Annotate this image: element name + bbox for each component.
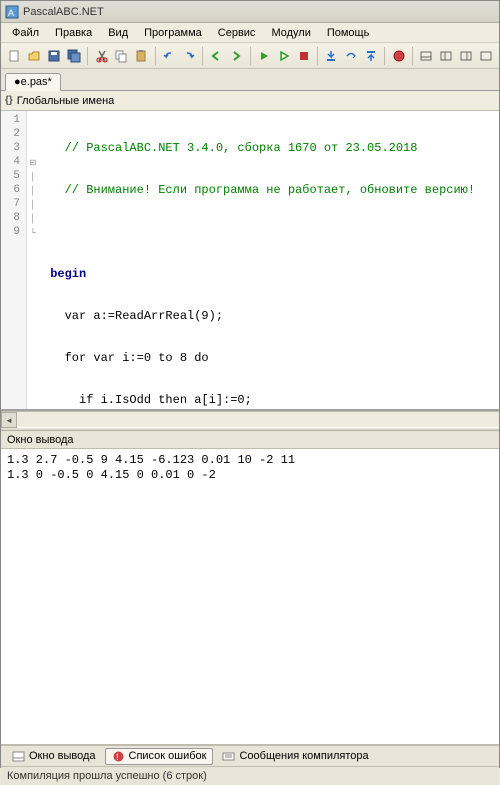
fold-mark: │: [27, 211, 39, 225]
run-no-debug-icon[interactable]: [274, 46, 293, 66]
step-into-icon[interactable]: [322, 46, 341, 66]
bottom-tab-label: Окно вывода: [29, 750, 96, 762]
redo-icon[interactable]: [179, 46, 198, 66]
menu-modules[interactable]: Модули: [264, 25, 317, 41]
brace-icon: {}: [5, 95, 13, 106]
svg-text:A: A: [8, 8, 14, 18]
toggle-breakpoint-icon[interactable]: [389, 46, 408, 66]
code-line: var a:=ReadArrReal(9);: [43, 309, 495, 323]
toolbar-separator: [155, 47, 156, 65]
bottom-tab-label: Сообщения компилятора: [239, 750, 368, 762]
menu-service[interactable]: Сервис: [211, 25, 263, 41]
menu-edit[interactable]: Правка: [48, 25, 99, 41]
toolbar-separator: [250, 47, 251, 65]
output-line: 1.3 2.7 -0.5 9 4.15 -6.123 0.01 10 -2 11: [7, 453, 493, 468]
nav-forward-icon[interactable]: [227, 46, 246, 66]
menu-program[interactable]: Программа: [137, 25, 209, 41]
fold-mark: │: [27, 183, 39, 197]
panel-icon[interactable]: [417, 46, 436, 66]
toolbar-separator: [202, 47, 203, 65]
code-line: if i.IsOdd then a[i]:=0;: [43, 393, 495, 407]
bottom-tab-messages[interactable]: Сообщения компилятора: [215, 748, 375, 765]
copy-icon[interactable]: [112, 46, 131, 66]
nav-back-icon[interactable]: [207, 46, 226, 66]
code-line: begin: [43, 267, 495, 281]
fold-column: ⊟ │ │ │ │ └: [27, 111, 39, 409]
errors-icon: !: [112, 750, 125, 763]
statusbar: Компиляция прошла успешно (6 строк): [1, 767, 499, 785]
tabstrip: ●e.pas*: [1, 69, 499, 91]
app-title: PascalABC.NET: [23, 6, 104, 18]
global-names-bar[interactable]: {} Глобальные имена: [1, 91, 499, 111]
toolbar-separator: [87, 47, 88, 65]
output-line: 1.3 0 -0.5 0 4.15 0 0.01 0 -2: [7, 468, 493, 483]
save-all-icon[interactable]: [64, 46, 83, 66]
titlebar: A PascalABC.NET: [1, 1, 499, 23]
status-text: Компиляция прошла успешно (6 строк): [7, 770, 207, 782]
code-line: // Внимание! Если программа не работает,…: [43, 183, 495, 197]
cut-icon[interactable]: [92, 46, 111, 66]
output-header: Окно вывода: [1, 431, 499, 449]
step-over-icon[interactable]: [342, 46, 361, 66]
undo-icon[interactable]: [159, 46, 178, 66]
app-icon: A: [5, 5, 19, 19]
line-number: 3: [1, 141, 26, 155]
bottom-tab-output[interactable]: Окно вывода: [5, 748, 103, 765]
fold-mark: [27, 127, 39, 141]
code-line: // PascalABC.NET 3.4.0, сборка 1670 от 2…: [43, 141, 495, 155]
scroll-track[interactable]: [17, 412, 499, 427]
file-tab[interactable]: ●e.pas*: [5, 73, 61, 91]
open-file-icon[interactable]: [25, 46, 44, 66]
line-number: 2: [1, 127, 26, 141]
scroll-left-icon[interactable]: ◄: [1, 412, 17, 428]
save-icon[interactable]: [45, 46, 64, 66]
line-number: 4: [1, 155, 26, 169]
fold-mark: [27, 141, 39, 155]
toolbar-separator: [384, 47, 385, 65]
svg-text:!: !: [116, 752, 119, 762]
toolbar-separator: [317, 47, 318, 65]
global-names-label: Глобальные имена: [17, 95, 115, 107]
bottom-tab-errors[interactable]: ! Список ошибок: [105, 748, 214, 765]
line-number: 8: [1, 211, 26, 225]
fold-toggle-icon[interactable]: ⊟: [27, 155, 39, 169]
code-line: [43, 225, 495, 239]
paste-icon[interactable]: [132, 46, 151, 66]
bottom-tab-label: Список ошибок: [129, 750, 207, 762]
toolbar-separator: [412, 47, 413, 65]
stop-icon[interactable]: [294, 46, 313, 66]
fold-mark: │: [27, 197, 39, 211]
line-number: 1: [1, 113, 26, 127]
menu-view[interactable]: Вид: [101, 25, 135, 41]
menu-help[interactable]: Помощь: [320, 25, 377, 41]
fold-mark: │: [27, 169, 39, 183]
new-file-icon[interactable]: [5, 46, 24, 66]
fold-end-icon: └: [27, 225, 39, 239]
line-number: 9: [1, 225, 26, 239]
code-area[interactable]: // PascalABC.NET 3.4.0, сборка 1670 от 2…: [39, 111, 499, 409]
line-number: 5: [1, 169, 26, 183]
line-gutter: 1 2 3 4 5 6 7 8 9: [1, 111, 27, 409]
fold-mark: [27, 113, 39, 127]
line-number: 6: [1, 183, 26, 197]
output-icon: [12, 750, 25, 763]
menubar: Файл Правка Вид Программа Сервис Модули …: [1, 23, 499, 43]
output-area[interactable]: 1.3 2.7 -0.5 9 4.15 -6.123 0.01 10 -2 11…: [1, 449, 499, 745]
output-title: Окно вывода: [7, 434, 74, 446]
step-out-icon[interactable]: [361, 46, 380, 66]
panel2-icon[interactable]: [437, 46, 456, 66]
line-number: 7: [1, 197, 26, 211]
editor-h-scrollbar[interactable]: ◄: [1, 411, 499, 427]
code-line: for var i:=0 to 8 do: [43, 351, 495, 365]
panel3-icon[interactable]: [457, 46, 476, 66]
code-editor[interactable]: 1 2 3 4 5 6 7 8 9 ⊟ │ │ │ │ └ // PascalA…: [1, 111, 499, 411]
menu-file[interactable]: Файл: [5, 25, 46, 41]
panel4-icon[interactable]: [476, 46, 495, 66]
run-icon[interactable]: [255, 46, 274, 66]
bottom-tabs: Окно вывода ! Список ошибок Сообщения ко…: [1, 745, 499, 767]
toolbar: [1, 43, 499, 69]
messages-icon: [222, 750, 235, 763]
